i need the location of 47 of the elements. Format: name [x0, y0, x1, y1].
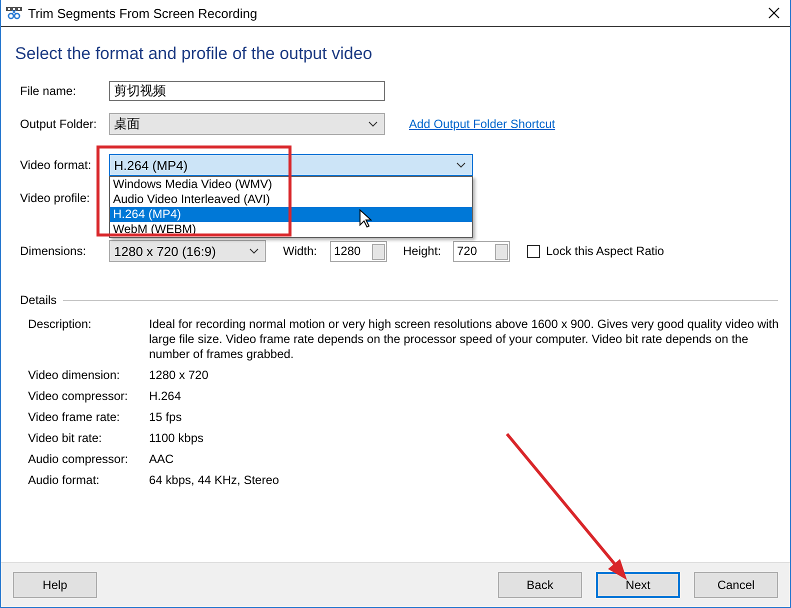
- dialog-button[interactable]: Back: [498, 572, 582, 598]
- dropdown-option[interactable]: H.264 (MP4): [110, 207, 472, 222]
- close-icon[interactable]: [768, 7, 780, 19]
- width-spinbox[interactable]: 1280: [330, 240, 387, 262]
- dimensions-dropdown[interactable]: 1280 x 720 (16:9): [109, 240, 266, 262]
- video-format-dropdown[interactable]: H.264 (MP4): [109, 154, 473, 176]
- field-label: File name:: [19, 84, 78, 98]
- scissors-film-icon: [6, 6, 22, 20]
- dialog-button[interactable]: Help: [13, 572, 97, 598]
- default-button[interactable]: Next: [596, 572, 680, 598]
- field-label: Width:: [283, 244, 318, 258]
- dropdown-option[interactable]: Windows Media Video (WMV): [110, 177, 472, 192]
- detail-value: 64 kbps, 44 KHz, Stereo: [149, 473, 280, 488]
- detail-label: Video bit rate:: [28, 431, 103, 446]
- checkbox-label: Lock this Aspect Ratio: [546, 244, 664, 258]
- dropdown-option[interactable]: Audio Video Interleaved (AVI): [110, 192, 472, 207]
- chevron-icon: [368, 121, 378, 128]
- detail-value: 1100 kbps: [149, 431, 204, 446]
- detail-value: H.264: [149, 389, 182, 404]
- window-title: Trim Segments From Screen Recording: [28, 6, 258, 20]
- detail-value: 15 fps: [149, 410, 183, 425]
- chevron-icon: [456, 162, 466, 169]
- section-title: Details: [20, 293, 57, 307]
- field-label: Height:: [403, 244, 442, 258]
- detail-label: Video dimension:: [28, 368, 121, 383]
- checkbox[interactable]: [527, 244, 540, 258]
- height-spinbox[interactable]: 720: [453, 240, 510, 262]
- file-name-field[interactable]: 剪切视频: [109, 81, 385, 101]
- field-label: Output Folder:: [19, 117, 98, 131]
- mouse-cursor-icon: [359, 209, 372, 228]
- detail-label: Video compressor:: [28, 389, 129, 404]
- detail-value: AAC: [149, 452, 175, 467]
- output-folder-dropdown[interactable]: 桌面: [109, 113, 385, 135]
- dialog-button[interactable]: Cancel: [694, 572, 778, 598]
- field-label: Dimensions:: [19, 244, 88, 258]
- dropdown-option[interactable]: WebM (WEBM): [110, 222, 472, 237]
- page-heading: Select the format and profile of the output video: [15, 44, 374, 64]
- detail-value: 1280 x 720: [149, 368, 210, 383]
- detail-label: Video frame rate:: [28, 410, 121, 425]
- detail-label: Audio format:: [28, 473, 100, 488]
- detail-label: Audio compressor:: [28, 452, 130, 467]
- chevron-icon: [249, 248, 259, 255]
- detail-value: Ideal for recording normal motion or very high screen resolutions above 1600 x 900. Gives very good quality video with large file size. Video frame rate depends on the processor speed of your computer. Video bit rate depends on the number of frames grabbed.: [149, 317, 779, 362]
- field-label: Video profile:: [19, 191, 91, 205]
- field-label: Video format:: [19, 158, 92, 172]
- detail-label: Description:: [28, 317, 92, 333]
- add-shortcut-link[interactable]: Add Output Folder Shortcut: [409, 117, 556, 131]
